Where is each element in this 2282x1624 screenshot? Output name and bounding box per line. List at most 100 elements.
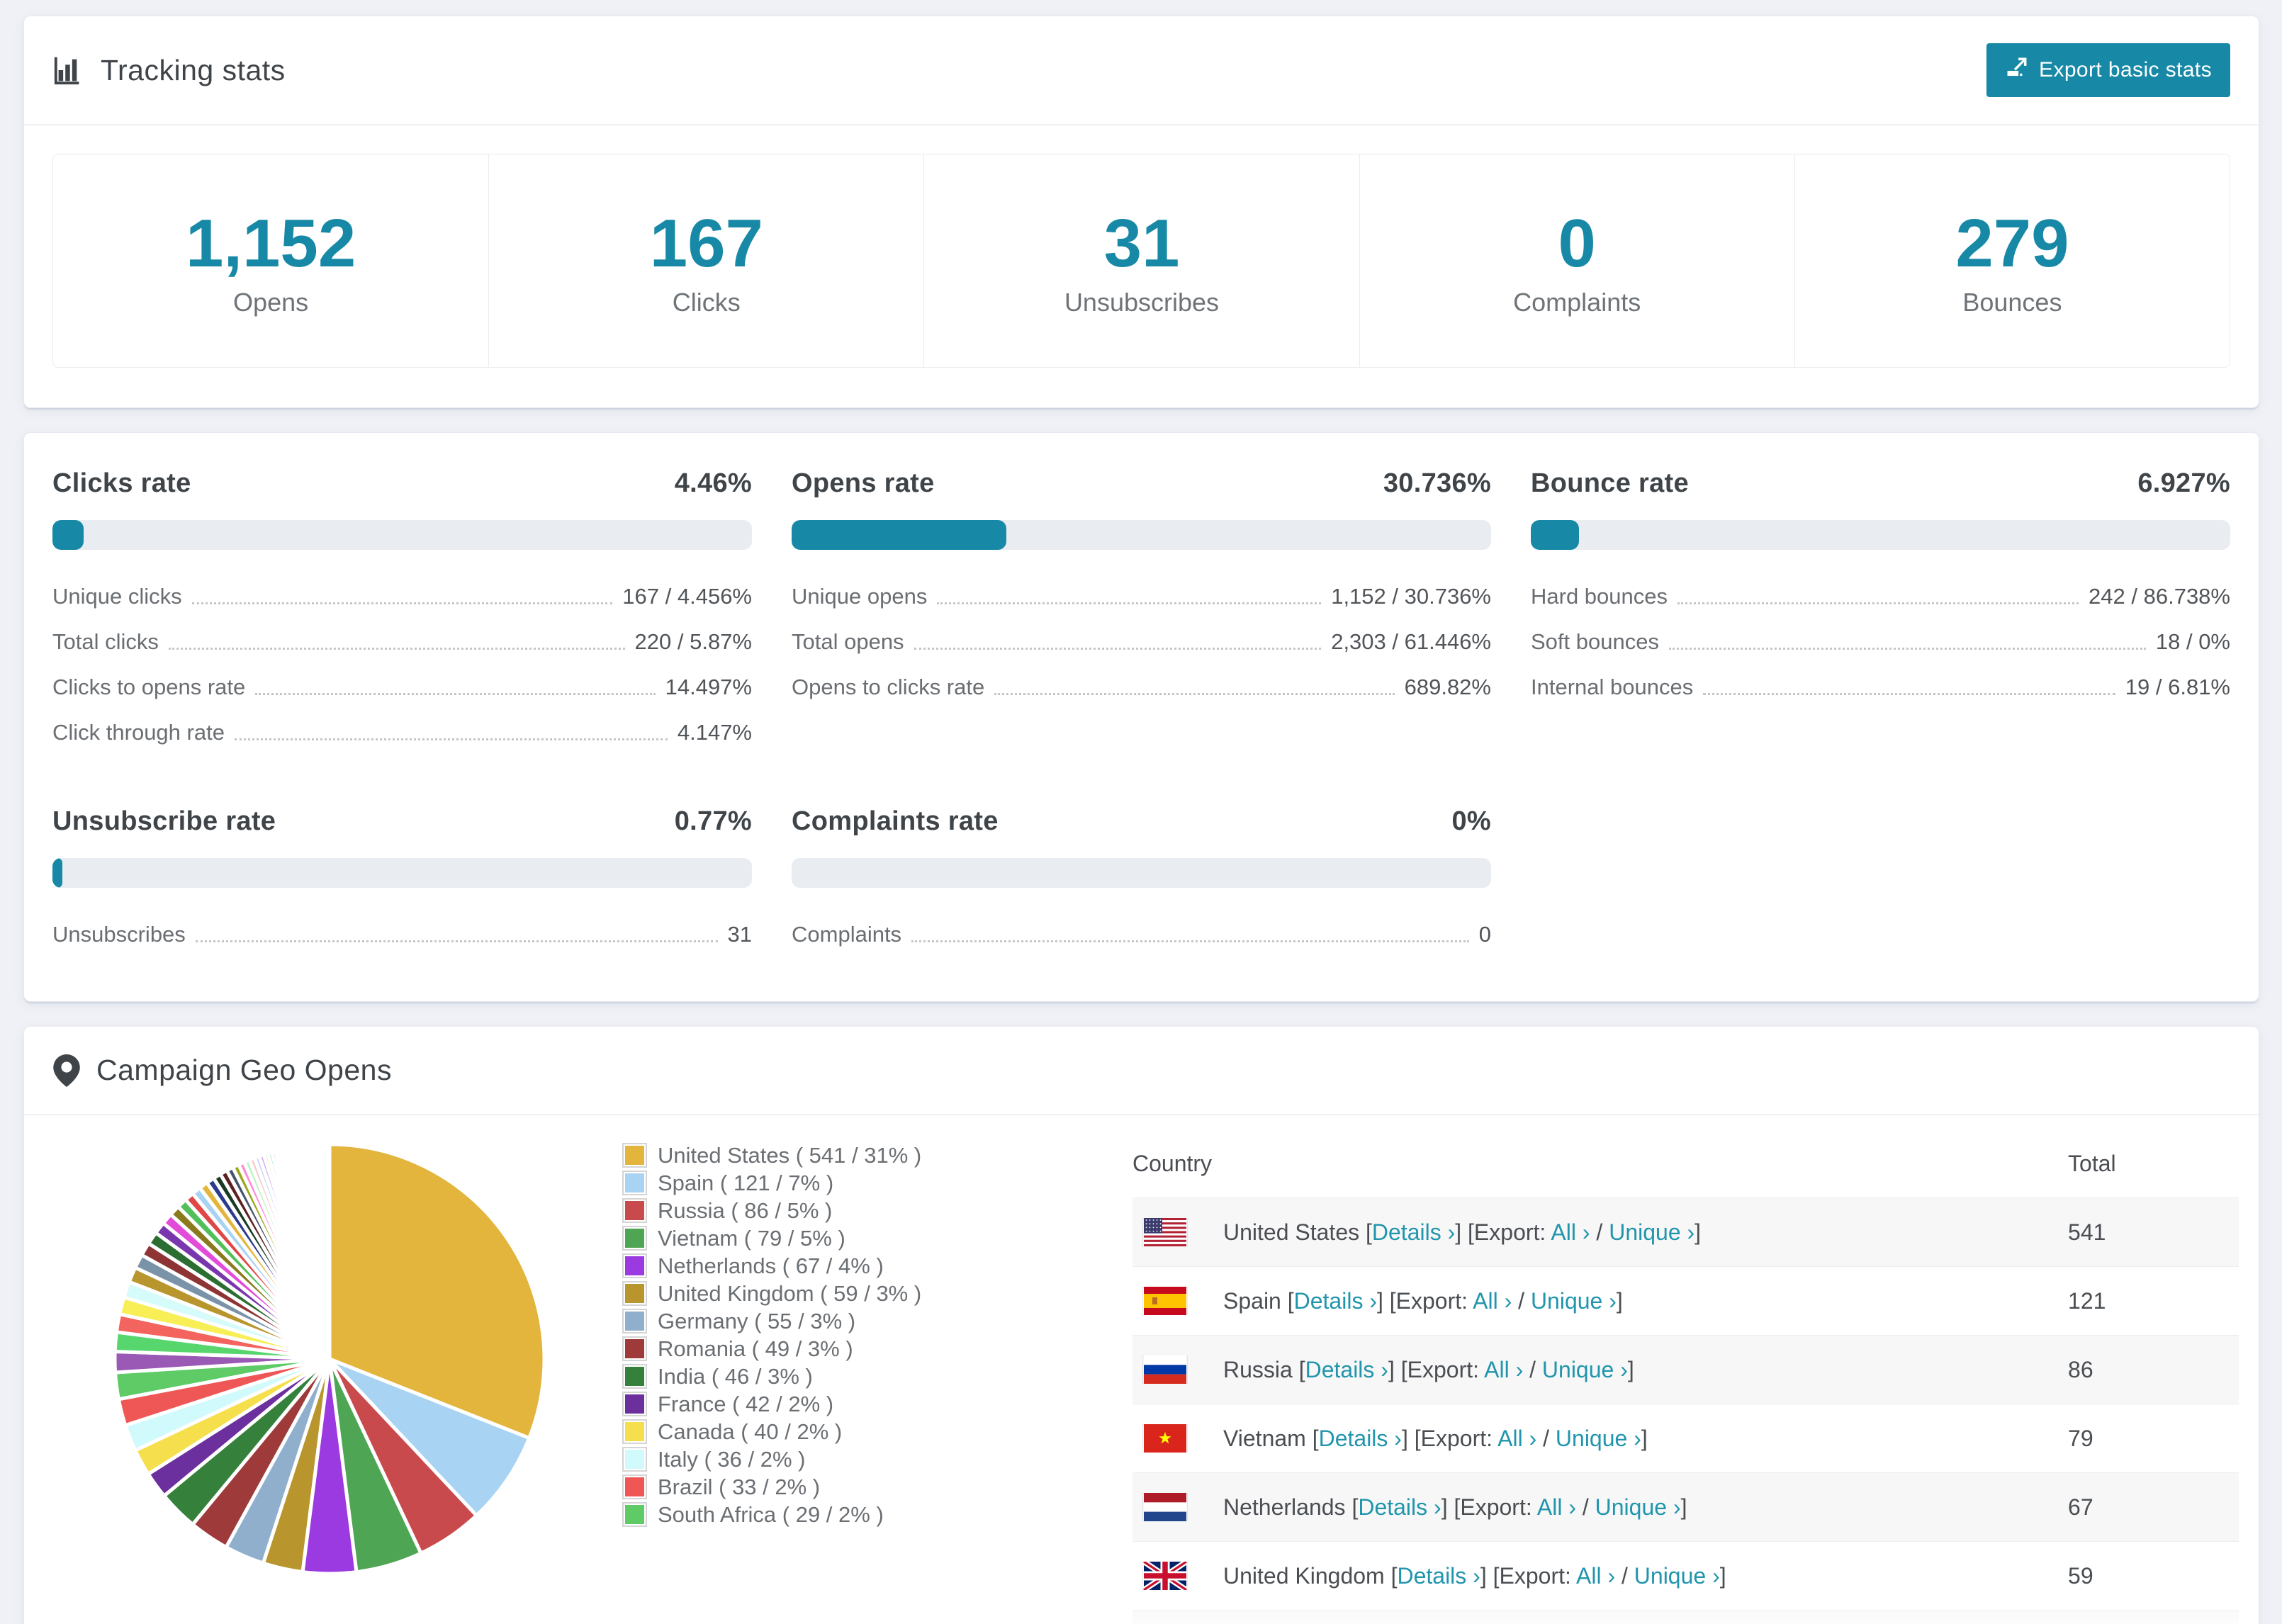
summary-value: 31 (1103, 205, 1180, 281)
rate-value: 0.77% (674, 806, 752, 836)
rate-progress-track (792, 520, 1491, 550)
bar-chart-icon (52, 54, 85, 86)
summary-stats-row: 1,152 Opens 167 Clicks 31 Unsubscribes 0 Compla… (52, 154, 2230, 368)
dotted-leader (234, 738, 668, 740)
details-link[interactable]: Details › (1372, 1219, 1455, 1245)
rate-row: Soft bounces 18 / 0% (1531, 619, 2230, 665)
export-unique-link[interactable]: Unique › (1634, 1563, 1720, 1589)
export-basic-stats-button[interactable]: Export basic stats (1986, 43, 2230, 97)
rate-row-label: Unsubscribes (52, 922, 186, 947)
rate-row-value: 31 (727, 922, 752, 947)
legend-item-india: India ( 46 / 3% ) (625, 1365, 1079, 1387)
country-cell: Netherlands [Details ›] [Export: All › /… (1222, 1472, 2068, 1542)
legend-label: South Africa ( 29 / 2% ) (658, 1502, 884, 1527)
rate-row-value: 18 / 0% (2155, 629, 2230, 654)
export-unique-link[interactable]: Unique › (1595, 1494, 1681, 1520)
summary-stat-bounces: 279 Bounces (1794, 154, 2230, 367)
geo-table-row-gb: United Kingdom [Details ›] [Export: All … (1132, 1541, 2239, 1611)
export-all-link[interactable]: All › (1497, 1426, 1536, 1451)
rate-rows: Unsubscribes 31 (52, 912, 752, 957)
rate-row-label: Internal bounces (1531, 675, 1694, 699)
details-link[interactable]: Details › (1397, 1563, 1480, 1589)
total-value: 86 (2067, 1335, 2239, 1404)
rate-row: Unique opens 1,152 / 30.736% (792, 574, 1491, 619)
rate-row: Internal bounces 19 / 6.81% (1531, 665, 2230, 710)
total-value: 67 (2067, 1472, 2239, 1542)
export-all-link[interactable]: All › (1473, 1288, 1512, 1314)
tracking-stats-header: Tracking stats Export basic stats (24, 16, 2259, 125)
legend-item-russia: Russia ( 86 / 5% ) (625, 1200, 1079, 1222)
rate-row: Clicks to opens rate 14.497% (52, 665, 752, 710)
rates-grid: Clicks rate 4.46% Unique clicks 167 / 4.456… (52, 468, 2230, 957)
country-cell: Russia [Details ›] [Export: All › / Uniq… (1222, 1335, 2068, 1404)
rate-progress-track (52, 520, 752, 550)
legend-swatch (625, 1284, 644, 1303)
legend-label: Italy ( 36 / 2% ) (658, 1447, 806, 1472)
country-name: Vietnam (1223, 1425, 1306, 1451)
country-column-header: Country (1132, 1150, 1213, 1176)
rate-row-value: 19 / 6.81% (2125, 675, 2230, 699)
dotted-leader (937, 602, 1322, 604)
dotted-leader (1668, 648, 2146, 650)
geo-table-header-row: Country Total (1132, 1129, 2239, 1198)
flag-cell (1132, 1541, 1222, 1611)
details-link[interactable]: Details › (1305, 1357, 1388, 1382)
legend-label: Germany ( 55 / 3% ) (658, 1309, 856, 1333)
country-cell: United Kingdom [Details ›] [Export: All … (1222, 1541, 2068, 1611)
export-all-link[interactable]: All › (1551, 1219, 1590, 1245)
legend-item-brazil: Brazil ( 33 / 2% ) (625, 1476, 1079, 1498)
rate-rows: Hard bounces 242 / 86.738% Soft bounces 18 … (1531, 574, 2230, 710)
export-unique-link[interactable]: Unique › (1556, 1426, 1641, 1451)
legend-item-germany: Germany ( 55 / 3% ) (625, 1310, 1079, 1332)
details-link[interactable]: Details › (1358, 1494, 1441, 1520)
details-link[interactable]: Details › (1319, 1426, 1402, 1451)
legend-label: Russia ( 86 / 5% ) (658, 1198, 833, 1223)
legend-swatch (625, 1339, 644, 1358)
dotted-leader (994, 693, 1395, 695)
details-link[interactable]: Details › (1294, 1288, 1377, 1314)
export-unique-link[interactable]: Unique › (1531, 1288, 1617, 1314)
legend-swatch (625, 1394, 644, 1414)
export-all-link[interactable]: All › (1576, 1563, 1615, 1589)
legend-label: Vietnam ( 79 / 5% ) (658, 1226, 845, 1251)
rate-head: Clicks rate 4.46% (52, 468, 752, 499)
export-all-link[interactable]: All › (1484, 1357, 1523, 1382)
summary-value: 1,152 (185, 205, 356, 281)
rate-title: Unsubscribe rate (52, 806, 276, 836)
geo-table-row-nl: Netherlands [Details ›] [Export: All › /… (1132, 1472, 2239, 1542)
geo-body: United States ( 541 / 31% ) Spain ( 121 /… (24, 1115, 2259, 1624)
export-all-link[interactable]: All › (1537, 1494, 1576, 1520)
legend-label: Netherlands ( 67 / 4% ) (658, 1253, 884, 1278)
country-name: Netherlands (1223, 1494, 1346, 1520)
export-unique-link[interactable]: Unique › (1542, 1357, 1628, 1382)
dotted-leader (168, 648, 625, 650)
legend-label: Romania ( 49 / 3% ) (658, 1336, 853, 1361)
country-cell: Vietnam [Details ›] [Export: All › / Uni… (1222, 1404, 2068, 1473)
rate-block-clicks-rate: Clicks rate 4.46% Unique clicks 167 / 4.456… (52, 468, 752, 755)
rate-head: Bounce rate 6.927% (1531, 468, 2230, 499)
campaign-geo-opens-card: Campaign Geo Opens United States ( 541 /… (23, 1026, 2259, 1624)
legend-label: France ( 42 / 2% ) (658, 1392, 834, 1416)
legend-swatch (625, 1312, 644, 1331)
rate-row-label: Click through rate (52, 720, 225, 745)
total-column-header: Total (2068, 1150, 2116, 1176)
rate-row-label: Total opens (792, 629, 904, 654)
legend-item-canada: Canada ( 40 / 2% ) (625, 1421, 1079, 1443)
legend-label: Spain ( 121 / 7% ) (658, 1171, 834, 1195)
rate-head: Opens rate 30.736% (792, 468, 1491, 499)
flag-cell (1132, 1472, 1222, 1542)
total-value: 121 (2067, 1266, 2239, 1336)
rate-title: Clicks rate (52, 468, 191, 498)
tracking-stats-card: Tracking stats Export basic stats 1,152 O… (23, 16, 2259, 408)
rate-row-label: Unique opens (792, 584, 928, 609)
dotted-leader (255, 693, 656, 695)
legend-label: India ( 46 / 3% ) (658, 1364, 813, 1389)
rate-progress-fill (1531, 520, 1580, 550)
legend-swatch (625, 1450, 644, 1469)
rate-row: Click through rate 4.147% (52, 710, 752, 755)
export-unique-link[interactable]: Unique › (1609, 1219, 1694, 1245)
flag-nl-icon (1142, 1493, 1188, 1521)
rate-rows: Unique opens 1,152 / 30.736% Total opens 2,… (792, 574, 1491, 710)
geo-title-group: Campaign Geo Opens (52, 1054, 392, 1087)
country-name: United States (1223, 1219, 1360, 1245)
